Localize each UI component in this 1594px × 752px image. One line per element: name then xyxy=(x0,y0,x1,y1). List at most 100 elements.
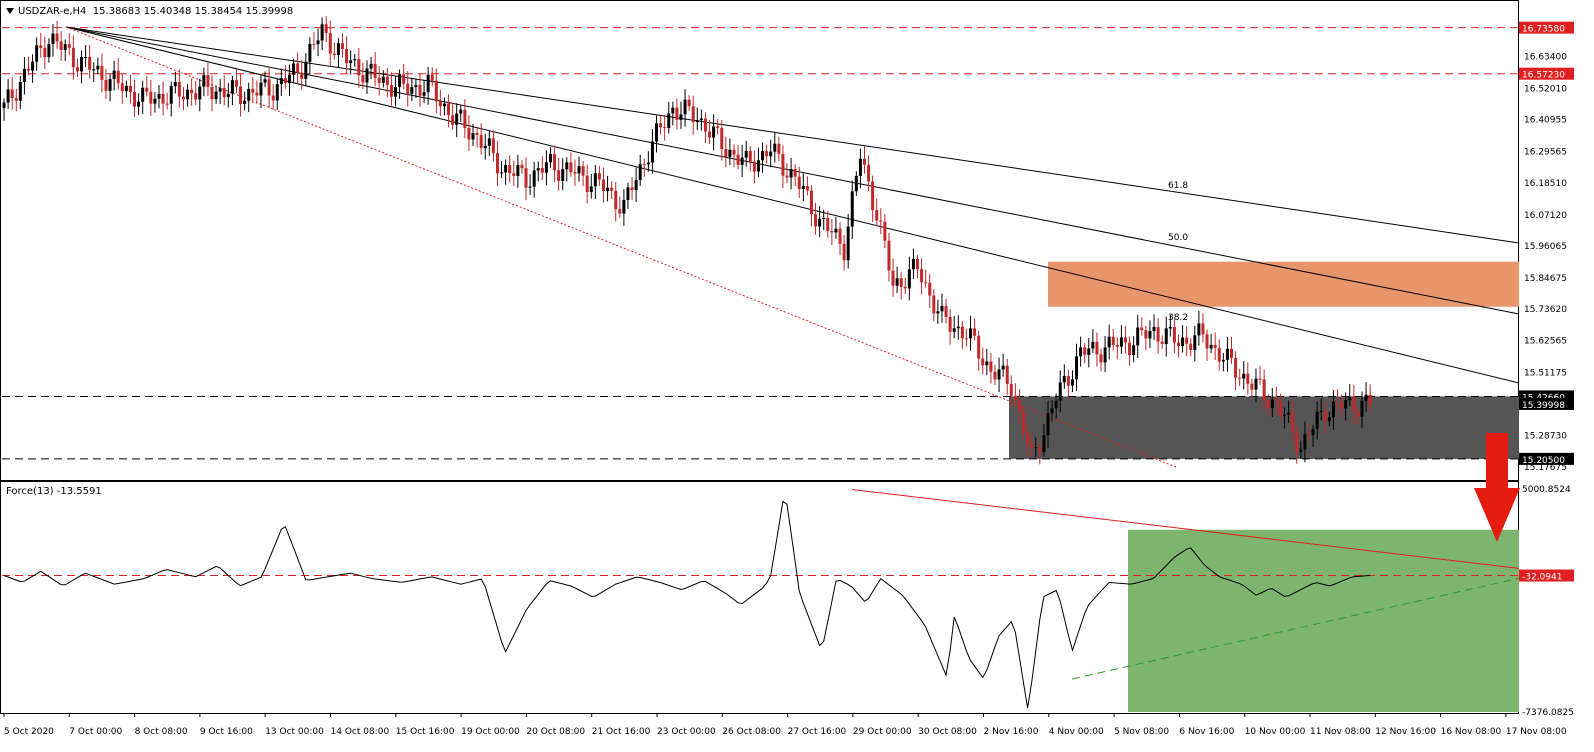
candle-bull xyxy=(500,172,504,174)
candle-bull xyxy=(471,133,475,140)
candle-bear xyxy=(732,149,736,155)
candle-bear xyxy=(748,150,752,162)
candle-bull xyxy=(186,89,190,100)
candle-bull xyxy=(349,60,353,64)
candle-bull xyxy=(1348,396,1352,401)
price-tick-label: 15.73620 xyxy=(1524,305,1567,315)
candle-bull xyxy=(952,328,956,332)
candle-bear xyxy=(1278,401,1282,416)
collapse-triangle-icon[interactable] xyxy=(6,8,14,14)
candle-bear xyxy=(1205,334,1209,349)
candle-bear xyxy=(418,85,422,96)
candle-bear xyxy=(797,176,801,189)
candle-bear xyxy=(1340,402,1344,409)
price-tick-label: 15.84675 xyxy=(1524,274,1567,284)
price-tick-label: 15.51175 xyxy=(1524,368,1567,378)
candle-bull xyxy=(153,98,157,104)
candle-bull xyxy=(243,100,247,104)
candle-bear xyxy=(1295,432,1299,453)
candle-bull xyxy=(1075,356,1079,380)
candle-bull xyxy=(1164,328,1168,344)
candle-bull xyxy=(789,169,793,178)
candle-bull xyxy=(96,65,100,70)
candle-bull xyxy=(536,168,540,171)
candle-bull xyxy=(1242,373,1246,379)
price-tick-label: 16.63400 xyxy=(1524,52,1567,62)
candle-bear xyxy=(687,99,691,107)
candle-bear xyxy=(385,76,389,85)
candle-bull xyxy=(275,84,279,101)
candle-bear xyxy=(508,165,512,174)
candle-bull xyxy=(1107,336,1111,348)
candle-bear xyxy=(434,80,438,102)
candle-bear xyxy=(1258,378,1262,380)
candle-bull xyxy=(483,145,487,149)
time-label: 26 Oct 08:00 xyxy=(722,727,781,737)
candle-bear xyxy=(373,63,377,78)
candle-bull xyxy=(1344,400,1348,409)
candle-bull xyxy=(969,328,973,339)
candle-bear xyxy=(989,361,993,372)
candle-bear xyxy=(610,187,614,191)
candle-bull xyxy=(308,43,312,62)
candle-bull xyxy=(226,93,230,98)
price-tick-label: 15.28730 xyxy=(1524,432,1567,442)
candle-bear xyxy=(1144,330,1148,339)
candle-bull xyxy=(650,141,654,163)
candle-bear xyxy=(1291,412,1295,433)
candle-bear xyxy=(557,170,561,181)
candle-bull xyxy=(528,186,532,188)
candle-bear xyxy=(569,162,573,173)
candle-bull xyxy=(1070,379,1074,386)
candle-bear xyxy=(618,209,622,214)
candle-bull xyxy=(646,162,650,165)
candle-bull xyxy=(1315,411,1319,430)
candle-bull xyxy=(1034,447,1038,449)
candle-bear xyxy=(181,96,185,100)
time-label: 12 Nov 16:00 xyxy=(1375,727,1436,737)
candle-bear xyxy=(585,175,589,193)
candle-bear xyxy=(1266,399,1270,408)
candle-bull xyxy=(695,120,699,123)
candle-bear xyxy=(328,33,332,54)
candle-bull xyxy=(394,86,398,97)
candle-bull xyxy=(381,76,385,83)
candle-bull xyxy=(426,74,430,93)
candle-bear xyxy=(59,41,63,50)
candle-bear xyxy=(524,168,528,188)
time-label: 9 Oct 16:00 xyxy=(200,727,253,737)
candle-bull xyxy=(214,91,218,100)
candle-bull xyxy=(1327,417,1331,422)
candle-bear xyxy=(1156,327,1160,342)
candle-bull xyxy=(712,126,716,138)
candle-bull xyxy=(801,186,805,189)
candle-bear xyxy=(104,79,108,91)
candle-bull xyxy=(1168,326,1172,329)
candle-bear xyxy=(145,87,149,92)
candle-bear xyxy=(402,74,406,84)
candle-bear xyxy=(1128,342,1132,356)
candle-bull xyxy=(84,56,88,58)
candle-bear xyxy=(1099,354,1103,363)
candle-bear xyxy=(75,67,79,72)
candle-bear xyxy=(642,164,646,166)
candle-bull xyxy=(1319,410,1323,412)
candle-bear xyxy=(161,93,165,104)
candle-bear xyxy=(332,53,336,55)
candle-bull xyxy=(108,79,112,91)
fib-fan-line xyxy=(65,26,1520,244)
candle-bear xyxy=(1172,326,1176,343)
candle-bull xyxy=(353,59,357,61)
candle-bull xyxy=(124,85,128,92)
candle-bear xyxy=(165,103,169,105)
candle-bull xyxy=(1119,337,1123,347)
candle-bear xyxy=(573,172,577,174)
candle-bear xyxy=(805,186,809,191)
candle-bear xyxy=(703,118,707,132)
candle-bear xyxy=(447,103,451,116)
candle-bear xyxy=(128,85,132,93)
time-label: 23 Oct 00:00 xyxy=(657,727,716,737)
candle-bull xyxy=(1152,327,1156,332)
candle-bull xyxy=(455,113,459,125)
candle-bull xyxy=(1360,400,1364,417)
